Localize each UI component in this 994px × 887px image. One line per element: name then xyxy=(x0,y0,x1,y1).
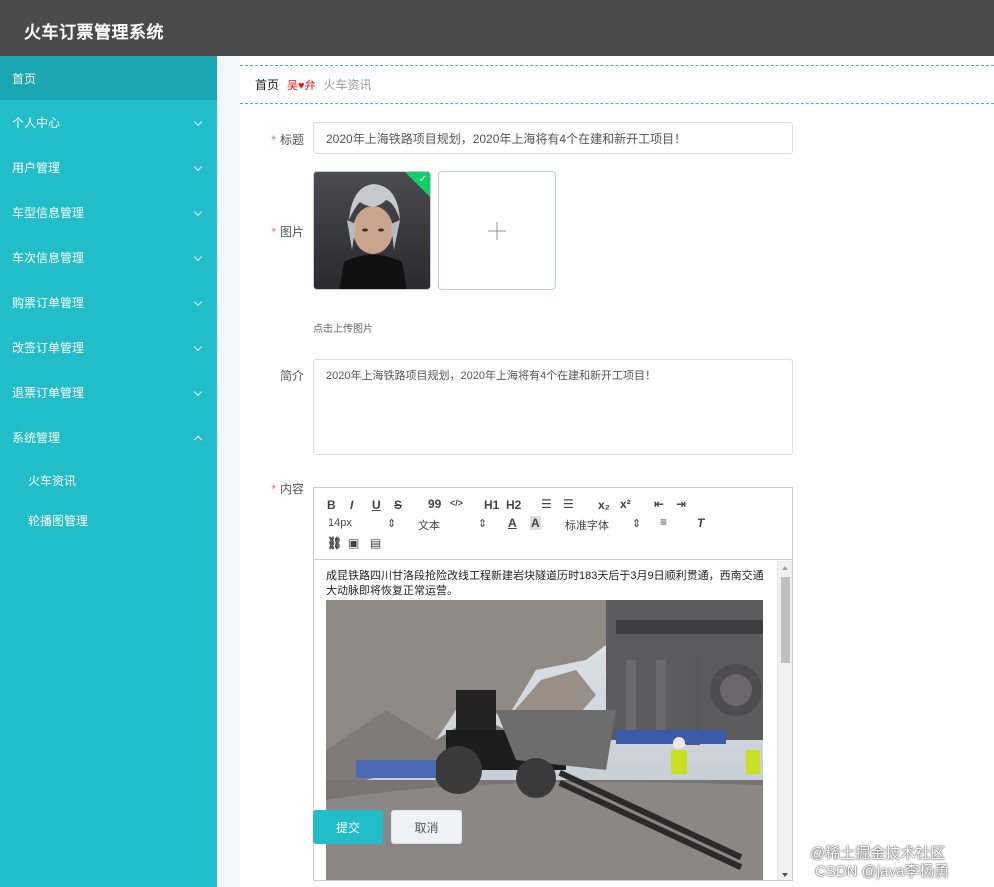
breadcrumb-separator-text: 吴 xyxy=(287,79,299,92)
image-icon[interactable]: ▣ xyxy=(348,536,359,550)
chevron-down-icon xyxy=(193,117,203,126)
scrollbar-thumb[interactable] xyxy=(781,577,790,663)
link-icon[interactable]: ⛓ xyxy=(327,536,342,550)
content-label: * 内容 xyxy=(234,480,304,497)
editor-body-text: 成昆铁路四川甘洛段抢险改线工程新建岩块隧道历时183天后于3月9日顺利贯通，西南… xyxy=(326,570,764,597)
editor-toolbar: B I U S 99 </> H1 H2 ☰ ☰ x₂ x² ⇤ ⇥ 14px … xyxy=(314,488,792,560)
outdent-icon[interactable]: ⇤ xyxy=(654,497,664,511)
video-icon[interactable]: ▤ xyxy=(370,536,381,550)
intro-label: 简介 xyxy=(234,367,304,384)
avatar-image xyxy=(314,172,430,289)
chevron-down-icon xyxy=(193,252,203,261)
sidebar-item-label: 购票订单管理 xyxy=(12,296,85,310)
app-title: 火车订票管理系统 xyxy=(24,23,164,42)
sidebar-item-label: 个人中心 xyxy=(12,116,61,130)
background-color-icon[interactable]: A xyxy=(530,516,541,530)
superscript-button[interactable]: x² xyxy=(620,497,631,511)
intro-label-text: 简介 xyxy=(279,369,304,383)
sidebar-subitem-carousel[interactable]: 轮播图管理 xyxy=(0,500,217,540)
ordered-list-icon[interactable]: ☰ xyxy=(541,497,552,511)
bold-button[interactable]: B xyxy=(327,498,336,512)
sidebar-item-label: 首页 xyxy=(12,71,37,86)
sidebar-item-train-model[interactable]: 车型信息管理 xyxy=(0,190,217,235)
breadcrumb-separator-tail: 弁 xyxy=(304,79,316,92)
italic-button[interactable]: I xyxy=(350,498,353,512)
sidebar-item-system-management[interactable]: 系统管理 xyxy=(0,415,217,460)
sidebar-subitem-label: 火车资讯 xyxy=(28,473,77,488)
top-bar: 火车订票管理系统 xyxy=(0,0,994,56)
upload-hint: 点击上传图片 xyxy=(313,324,373,335)
sidebar-item-label: 车型信息管理 xyxy=(12,206,85,220)
image-label: * 图片 xyxy=(234,223,304,240)
align-icon[interactable]: ≡ xyxy=(660,515,667,529)
sidebar-item-label: 改签订单管理 xyxy=(12,341,85,355)
sidebar-item-refund-orders[interactable]: 退票订单管理 xyxy=(0,370,217,415)
sidebar-item-label: 车次信息管理 xyxy=(12,251,85,265)
breadcrumb: 首页 吴♥弁 火车资讯 xyxy=(240,65,994,104)
quote-button[interactable]: 99 xyxy=(428,497,441,511)
text-type-select[interactable]: 文本 xyxy=(418,517,440,533)
breadcrumb-home[interactable]: 首页 xyxy=(255,76,279,93)
breadcrumb-current: 火车资讯 xyxy=(323,78,372,92)
sidebar-item-label: 退票订单管理 xyxy=(12,386,85,400)
add-image-button[interactable] xyxy=(438,171,556,290)
sidebar-item-change-orders[interactable]: 改签订单管理 xyxy=(0,325,217,370)
cancel-button[interactable]: 取消 xyxy=(391,810,462,844)
subscript-button[interactable]: x₂ xyxy=(598,498,610,512)
content-label-text: 内容 xyxy=(279,482,304,496)
chevron-down-icon xyxy=(193,162,203,171)
scroll-down-icon[interactable] xyxy=(782,873,788,877)
strike-button[interactable]: S xyxy=(394,498,402,512)
underline-button[interactable]: U xyxy=(372,498,381,512)
code-button[interactable]: </> xyxy=(450,498,463,508)
clear-format-icon[interactable]: T xyxy=(697,516,704,530)
watermark-csdn: CSDN @java李杨勇 xyxy=(815,863,950,880)
sidebar-item-personal-center[interactable]: 个人中心 xyxy=(0,100,217,145)
sidebar-item-home[interactable]: 首页 xyxy=(0,56,217,100)
title-label-text: 标题 xyxy=(279,133,304,147)
sidebar-subitem-label: 轮播图管理 xyxy=(28,513,89,528)
sidebar-item-label: 用户管理 xyxy=(12,161,61,175)
editor-scrollbar[interactable] xyxy=(777,561,792,880)
font-family-select-arrows-icon: ⇕ xyxy=(632,518,642,530)
required-mark: * xyxy=(271,482,276,496)
chevron-down-icon xyxy=(193,342,203,351)
title-label: * 标题 xyxy=(234,131,304,148)
editor-body[interactable]: 成昆铁路四川甘洛段抢险改线工程新建岩块隧道历时183天后于3月9日顺利贯通，西南… xyxy=(314,561,792,880)
intro-textarea[interactable]: 2020年上海铁路项目规划，2020年上海将有4个在建和新开工项目！ xyxy=(313,359,793,455)
check-icon: ✓ xyxy=(418,174,427,185)
h2-button[interactable]: H2 xyxy=(506,498,521,512)
sidebar-item-label: 系统管理 xyxy=(12,431,61,445)
chevron-up-icon xyxy=(193,435,203,444)
sidebar-item-train-number[interactable]: 车次信息管理 xyxy=(0,235,217,280)
text-type-select-arrows-icon: ⇕ xyxy=(478,518,488,530)
main-content: 首页 吴♥弁 火车资讯 * 标题 2020年上海铁路项目规划，2020年上海将有4… xyxy=(217,56,994,887)
font-size-select-arrows-icon: ⇕ xyxy=(387,518,397,530)
image-label-text: 图片 xyxy=(279,225,304,239)
chevron-down-icon xyxy=(193,297,203,306)
uploaded-image-thumbnail[interactable]: ✓ xyxy=(313,171,431,290)
title-input[interactable]: 2020年上海铁路项目规划，2020年上海将有4个在建和新开工项目！ xyxy=(313,122,793,154)
left-gutter xyxy=(217,56,240,887)
bullet-list-icon[interactable]: ☰ xyxy=(563,497,574,511)
h1-button[interactable]: H1 xyxy=(484,498,499,512)
sidebar-item-purchase-orders[interactable]: 购票订单管理 xyxy=(0,280,217,325)
font-color-icon[interactable]: A xyxy=(508,516,517,530)
required-mark: * xyxy=(271,225,276,239)
title-input-value: 2020年上海铁路项目规划，2020年上海将有4个在建和新开工项目！ xyxy=(326,131,687,146)
sidebar: 首页 个人中心 用户管理 车型信息管理 车次信息管理 购票订单管理 改签订单管理… xyxy=(0,56,217,887)
required-mark: * xyxy=(271,133,276,147)
sidebar-subitem-train-news[interactable]: 火车资讯 xyxy=(0,460,217,500)
submit-button[interactable]: 提交 xyxy=(313,810,383,844)
rich-text-editor[interactable]: B I U S 99 </> H1 H2 ☰ ☰ x₂ x² ⇤ ⇥ 14px … xyxy=(313,487,793,881)
scroll-up-icon[interactable] xyxy=(782,566,788,570)
intro-textarea-value: 2020年上海铁路项目规划，2020年上海将有4个在建和新开工项目！ xyxy=(326,370,657,382)
chevron-down-icon xyxy=(193,387,203,396)
chevron-down-icon xyxy=(193,207,203,216)
sidebar-item-user-management[interactable]: 用户管理 xyxy=(0,145,217,190)
font-size-select[interactable]: 14px xyxy=(328,517,352,529)
indent-icon[interactable]: ⇥ xyxy=(676,497,686,511)
breadcrumb-separator: 吴♥弁 xyxy=(287,77,316,93)
font-family-select[interactable]: 标准字体 xyxy=(565,517,609,533)
